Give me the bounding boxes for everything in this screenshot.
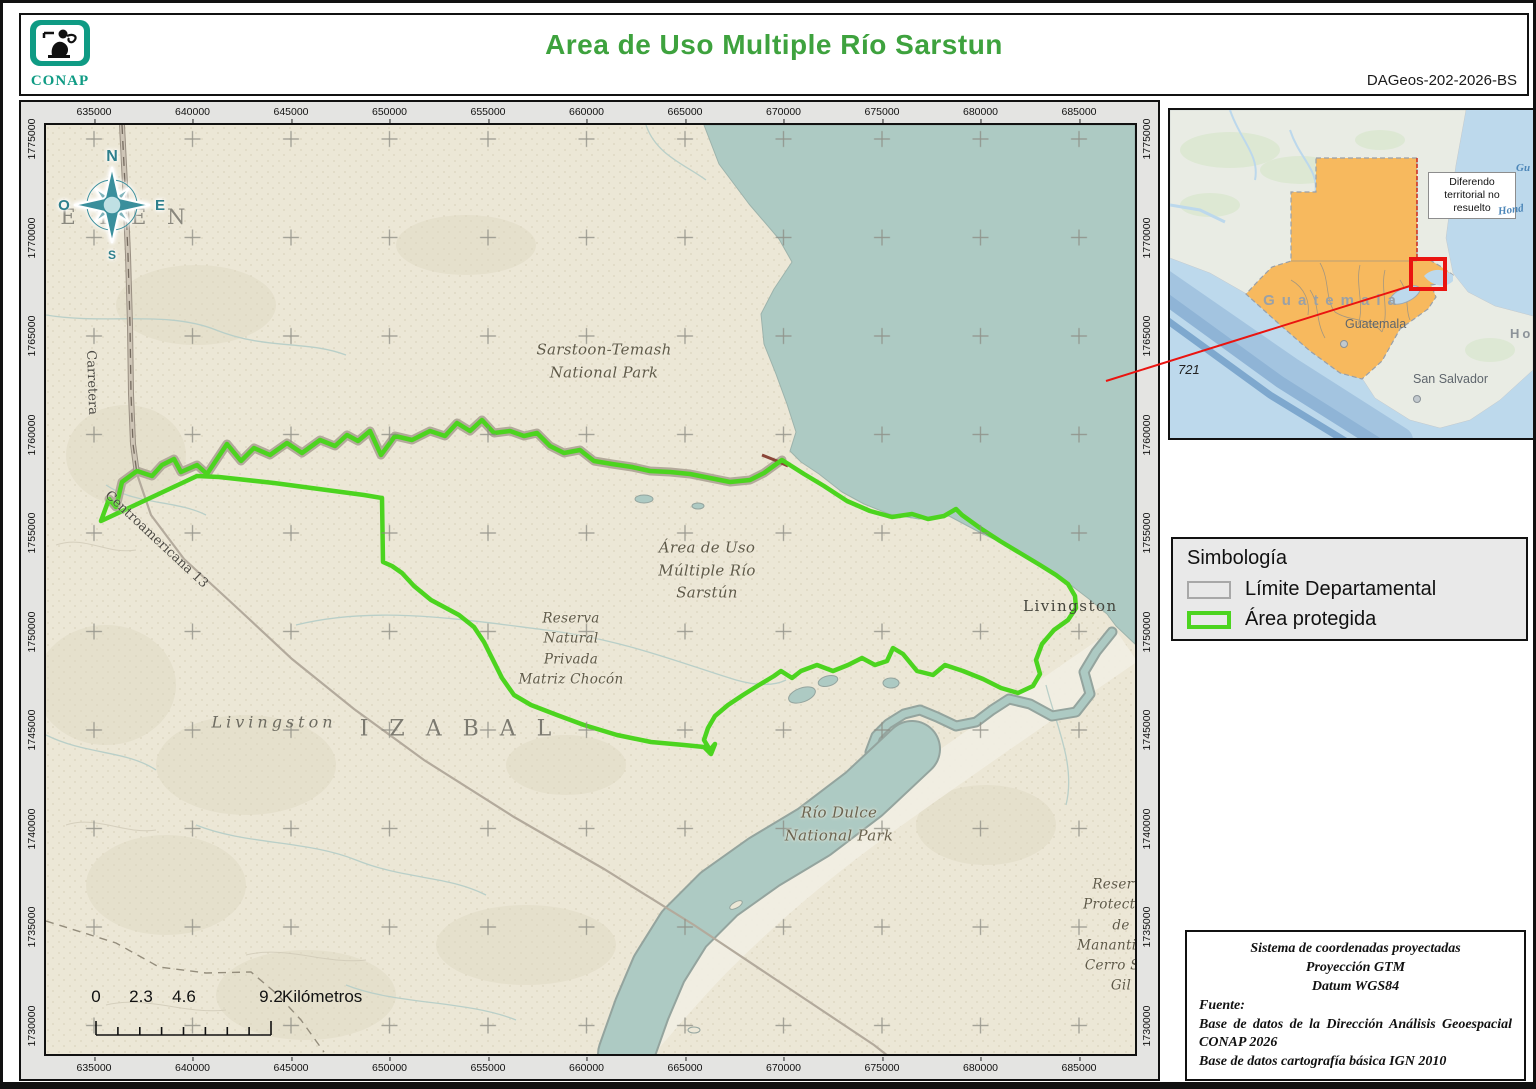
label-carretera-1: Carretera — [83, 350, 100, 415]
x-label-bottom-3: 650000 — [372, 1062, 407, 1074]
label-reserva-cerro-san-gil: Reserva Protectora de Manantiales Cerro … — [1077, 874, 1137, 996]
y-label-left-8: 1735000 — [26, 907, 38, 948]
x-label-top-2: 645000 — [273, 106, 308, 118]
compass-rose-icon: N E S O — [54, 143, 170, 263]
y-label-right-6: 1745000 — [1141, 710, 1153, 751]
label-rio-dulce-park: Río Dulce National Park — [785, 802, 894, 847]
inset-label-guatemala-country: Guatemala — [1228, 292, 1438, 309]
inset-label-san-salvador: San Salvador — [1413, 372, 1488, 386]
header-bar: CONAP Area de Uso Multiple Río Sarstun D… — [19, 13, 1529, 96]
y-label-left-5: 1750000 — [26, 611, 38, 652]
credits-box: Sistema de coordenadas proyectadas Proye… — [1185, 930, 1526, 1081]
x-label-bottom-0: 635000 — [76, 1062, 111, 1074]
inset-label-gulf-partial-1: Gu — [1516, 162, 1530, 174]
label-izabal: I Z A B A L — [360, 717, 559, 742]
credits-source-heading: Fuente: — [1199, 997, 1512, 1016]
y-label-left-9: 1730000 — [26, 1005, 38, 1046]
legend-item-area-protegida: Área protegida — [1187, 608, 1512, 631]
credits-coordinate-system: Sistema de coordenadas proyectadas — [1199, 940, 1512, 959]
x-label-top-0: 635000 — [76, 106, 111, 118]
x-label-top-5: 660000 — [569, 106, 604, 118]
credits-source-2: Base de datos cartografía básica IGN 201… — [1199, 1053, 1512, 1072]
label-area-uso-multiple: Área de Uso Múltiple Río Sarstún — [658, 536, 755, 604]
x-label-bottom-9: 680000 — [963, 1062, 998, 1074]
basemap — [46, 125, 1135, 1054]
y-label-left-6: 1745000 — [26, 710, 38, 751]
label-reserva-matriz-chocon: Reserva Natural Privada Matriz Chocón — [519, 609, 624, 690]
scale-unit: Kilómetros — [282, 987, 362, 1007]
inset-basemap — [1170, 110, 1533, 438]
x-label-bottom-2: 645000 — [273, 1062, 308, 1074]
scale-9-2: 9.2 — [259, 987, 283, 1007]
x-label-top-10: 685000 — [1061, 106, 1096, 118]
scale-bar: 0 2.3 4.6 9.2 Kilómetros — [86, 987, 446, 1049]
scale-bar-ticks — [86, 1011, 446, 1041]
departmental-limit-swatch — [1187, 581, 1231, 599]
compass-e: E — [155, 197, 165, 214]
compass-o: O — [58, 197, 70, 214]
inset-label-guatemala-city: Guatemala — [1345, 317, 1406, 331]
legend-item-label: Área protegida — [1245, 608, 1376, 631]
inset-guatemala-city-dot — [1340, 340, 1348, 348]
protected-area-swatch — [1187, 611, 1231, 629]
inset-label-honduras-partial: Ho — [1510, 326, 1533, 341]
sheet-code: DAGeos-202-2026-BS — [1367, 72, 1517, 89]
credits-datum: Datum WGS84 — [1199, 978, 1512, 997]
x-label-bottom-5: 660000 — [569, 1062, 604, 1074]
x-label-top-1: 640000 — [175, 106, 210, 118]
conap-logo-text: CONAP — [30, 73, 90, 90]
y-label-right-0: 1775000 — [1141, 119, 1153, 160]
legend-item-label: Límite Departamental — [1245, 578, 1436, 601]
compass-n: N — [106, 148, 118, 165]
inset-road-number: 721 — [1178, 362, 1200, 377]
y-label-left-0: 1775000 — [26, 119, 38, 160]
x-label-top-4: 655000 — [470, 106, 505, 118]
x-label-top-9: 680000 — [963, 106, 998, 118]
x-label-top-7: 670000 — [766, 106, 801, 118]
scale-0: 0 — [91, 987, 100, 1007]
y-label-left-2: 1765000 — [26, 316, 38, 357]
y-label-right-8: 1735000 — [1141, 907, 1153, 948]
y-label-right-4: 1755000 — [1141, 513, 1153, 554]
x-label-bottom-10: 685000 — [1061, 1062, 1096, 1074]
scale-2-3: 2.3 — [129, 987, 153, 1007]
grid-crosses — [46, 125, 1135, 1054]
credits-source-1: Base de datos de la Dirección Análisis G… — [1199, 1016, 1512, 1054]
legend-box: Simbología Límite Departamental Área pro… — [1171, 537, 1528, 641]
label-livingston-town: Livingston — [1023, 597, 1118, 615]
y-label-left-4: 1755000 — [26, 513, 38, 554]
y-label-right-2: 1765000 — [1141, 316, 1153, 357]
credits-projection: Proyección GTM — [1199, 959, 1512, 978]
y-label-right-1: 1770000 — [1141, 217, 1153, 258]
legend-item-limite-departamental: Límite Departamental — [1187, 578, 1512, 601]
x-label-top-6: 665000 — [667, 106, 702, 118]
y-label-right-5: 1750000 — [1141, 611, 1153, 652]
x-label-bottom-4: 655000 — [470, 1062, 505, 1074]
x-label-top-8: 675000 — [864, 106, 899, 118]
x-label-bottom-8: 675000 — [864, 1062, 899, 1074]
y-label-left-1: 1770000 — [26, 217, 38, 258]
inset-san-salvador-dot — [1413, 395, 1421, 403]
locator-inset-map: Diferendo territorial no resuelto Guatem… — [1168, 108, 1535, 440]
y-label-right-9: 1730000 — [1141, 1005, 1153, 1046]
x-label-bottom-6: 665000 — [667, 1062, 702, 1074]
y-label-right-3: 1760000 — [1141, 414, 1153, 455]
x-label-top-3: 650000 — [372, 106, 407, 118]
x-label-bottom-1: 640000 — [175, 1062, 210, 1074]
label-sarstoon-temash: Sarstoon-Temash National Park — [536, 339, 671, 384]
y-label-left-3: 1760000 — [26, 414, 38, 455]
label-livingston-municipality: Livingston — [211, 713, 336, 732]
map-sheet-page: CONAP Area de Uso Multiple Río Sarstun D… — [0, 0, 1536, 1089]
map-canvas: N E S O P E T É N Sarstoon-Temash Nation… — [44, 123, 1137, 1056]
y-label-right-7: 1740000 — [1141, 808, 1153, 849]
page-title: Area de Uso Multiple Río Sarstun — [21, 29, 1527, 61]
map-frame: 635000 640000 645000 650000 655000 660000 6650… — [19, 100, 1160, 1081]
compass-s: S — [108, 248, 116, 262]
y-label-left-7: 1740000 — [26, 808, 38, 849]
scale-4-6: 4.6 — [172, 987, 196, 1007]
x-label-bottom-7: 670000 — [766, 1062, 801, 1074]
legend-title: Simbología — [1187, 547, 1512, 570]
